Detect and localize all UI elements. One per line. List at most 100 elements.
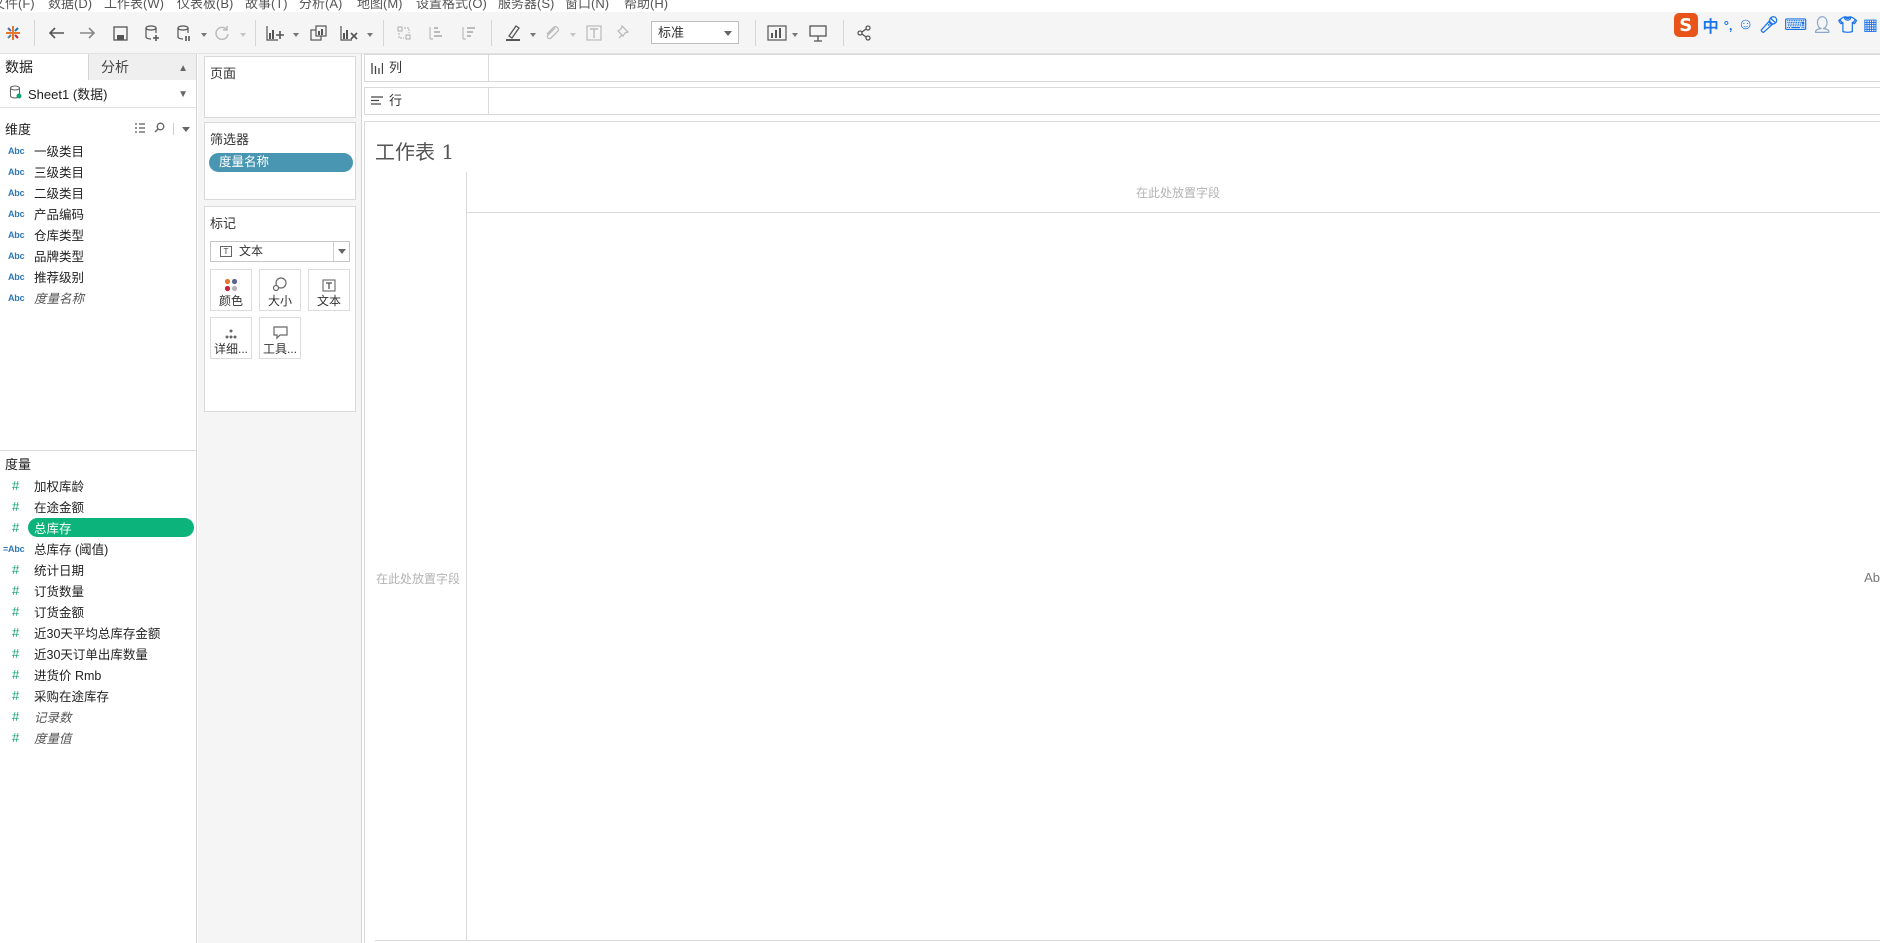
ime-language-toggle[interactable]: 中: [1703, 13, 1719, 37]
worksheet-title[interactable]: 工作表 1: [375, 136, 454, 165]
tooltip-button[interactable]: 工具...: [259, 317, 301, 359]
dimension-field-label: 产品编码: [34, 208, 85, 222]
size-button[interactable]: 大小: [259, 269, 301, 311]
duplicate-sheet-icon[interactable]: [307, 22, 329, 44]
pause-datasource-dropdown-icon[interactable]: [201, 33, 207, 37]
measure-field[interactable]: # 订货数量: [0, 580, 196, 601]
measure-field[interactable]: # 订货金额: [0, 601, 196, 622]
measure-field[interactable]: # 进货价 Rmb: [0, 664, 196, 685]
measure-field[interactable]: =Abc 总库存 (阈值): [0, 538, 196, 559]
undo-icon[interactable]: [45, 22, 67, 44]
tab-analysis[interactable]: 分析 ▲ ▼: [88, 54, 196, 100]
dimension-field[interactable]: Abc 二级类目: [0, 182, 196, 203]
skin-icon[interactable]: 👕︎: [1838, 15, 1858, 35]
dimension-field[interactable]: Abc 仓库类型: [0, 224, 196, 245]
dimension-field[interactable]: Abc 品牌类型: [0, 245, 196, 266]
measure-field[interactable]: # 统计日期: [0, 559, 196, 580]
measure-field-label: 记录数: [34, 711, 72, 725]
measure-field-selected[interactable]: # 总库存: [0, 517, 196, 538]
ime-logo-icon[interactable]: S: [1673, 13, 1698, 37]
string-type-icon: Abc: [8, 187, 25, 198]
filter-pill[interactable]: 度量名称: [209, 153, 353, 172]
presentation-mode-icon[interactable]: [807, 22, 829, 44]
color-icon: [224, 278, 238, 292]
measure-field[interactable]: # 度量值: [0, 727, 196, 748]
new-worksheet-dropdown-icon[interactable]: [293, 33, 299, 37]
new-worksheet-icon[interactable]: [264, 22, 286, 44]
pause-datasource-icon[interactable]: [173, 22, 195, 44]
swap-rows-columns-icon[interactable]: [393, 22, 415, 44]
pin-axes-icon[interactable]: [613, 22, 635, 44]
refresh-icon[interactable]: [211, 22, 233, 44]
show-mark-labels-icon[interactable]: [583, 22, 605, 44]
dimension-field[interactable]: Abc 推荐级别: [0, 266, 196, 287]
dimension-field[interactable]: Abc 产品编码: [0, 203, 196, 224]
microphone-icon[interactable]: 🎤︎: [1759, 15, 1779, 35]
filters-card[interactable]: 筛选器 度量名称: [204, 122, 356, 200]
column-drop-zone[interactable]: 在此处放置字段: [1136, 184, 1220, 201]
show-me-dropdown-icon[interactable]: [792, 33, 798, 37]
refresh-dropdown-icon[interactable]: [240, 33, 246, 37]
menu-dashboard[interactable]: 仪表板(B): [177, 0, 233, 12]
measure-field-label: 总库存 (阈值): [34, 543, 109, 557]
menu-worksheet[interactable]: 工作表(W): [104, 0, 164, 12]
color-button[interactable]: 颜色: [210, 269, 252, 311]
highlight-dropdown-icon[interactable]: [530, 33, 536, 37]
menu-help[interactable]: 帮助(H): [624, 0, 668, 12]
worksheet-canvas[interactable]: 工作表 1 在此处放置字段 在此处放置字段 Ab: [364, 121, 1880, 943]
chevron-down-icon[interactable]: [182, 121, 190, 136]
measure-field[interactable]: # 在途金额: [0, 496, 196, 517]
clear-sheet-dropdown-icon[interactable]: [367, 33, 373, 37]
dimension-field[interactable]: Abc 一级类目: [0, 140, 196, 161]
fit-select[interactable]: 标准: [651, 21, 739, 44]
row-drop-zone[interactable]: 在此处放置字段: [376, 570, 460, 587]
measure-field[interactable]: # 记录数: [0, 706, 196, 727]
clear-sheet-icon[interactable]: [338, 22, 360, 44]
show-me-icon[interactable]: [766, 22, 788, 44]
menu-window[interactable]: 窗口(N): [565, 0, 609, 12]
menu-data[interactable]: 数据(D): [48, 0, 92, 12]
menu-server[interactable]: 服务器(S): [498, 0, 554, 12]
tab-data[interactable]: 数据: [0, 54, 88, 80]
rows-shelf[interactable]: 行: [364, 87, 1880, 115]
dimension-field-label: 一级类目: [34, 145, 85, 159]
new-datasource-icon[interactable]: [141, 22, 163, 44]
mark-type-select[interactable]: T 文本: [210, 241, 350, 262]
sort-ascending-icon[interactable]: [425, 22, 447, 44]
user-icon[interactable]: 👤︎: [1812, 15, 1832, 35]
chevron-down-icon[interactable]: [333, 242, 349, 261]
tableau-logo-icon[interactable]: [2, 22, 24, 44]
redo-icon[interactable]: [77, 22, 99, 44]
datasource-item[interactable]: Sheet1 (数据): [0, 80, 196, 108]
highlight-icon[interactable]: [502, 22, 524, 44]
keyboard-icon[interactable]: ⌨: [1784, 15, 1807, 35]
measure-field[interactable]: # 近30天平均总库存金额: [0, 622, 196, 643]
pages-card[interactable]: 页面: [204, 56, 356, 118]
collapse-chevron-icon[interactable]: ▲ ▼: [178, 56, 188, 108]
measures-header: 度量: [0, 451, 196, 475]
grid-menu-icon[interactable]: ▦: [1863, 15, 1878, 35]
dimension-field[interactable]: Abc 三级类目: [0, 161, 196, 182]
measure-field[interactable]: # 采购在途库存: [0, 685, 196, 706]
save-icon[interactable]: [109, 22, 131, 44]
dimension-field-measure-names[interactable]: Abc 度量名称: [0, 287, 196, 308]
toolbar: 标准: [0, 12, 1880, 54]
view-as-list-icon[interactable]: [134, 121, 146, 136]
menu-format[interactable]: 设置格式(O): [416, 0, 487, 12]
menu-map[interactable]: 地图(M): [357, 0, 403, 12]
group-members-icon[interactable]: [541, 22, 563, 44]
menu-file[interactable]: 文件(F): [0, 0, 35, 12]
ime-punctuation-toggle[interactable]: °,: [1724, 18, 1733, 33]
detail-button[interactable]: 详细...: [210, 317, 252, 359]
group-dropdown-icon[interactable]: [570, 33, 576, 37]
sort-descending-icon[interactable]: [458, 22, 480, 44]
menu-analysis[interactable]: 分析(A): [299, 0, 342, 12]
measure-field[interactable]: # 近30天订单出库数量: [0, 643, 196, 664]
emoji-icon[interactable]: ☺: [1738, 16, 1754, 34]
share-icon[interactable]: [853, 22, 875, 44]
search-icon[interactable]: [154, 121, 165, 136]
menu-story[interactable]: 故事(T): [245, 0, 288, 12]
text-button[interactable]: 文本: [308, 269, 350, 311]
columns-shelf[interactable]: 列: [364, 54, 1880, 82]
measure-field[interactable]: # 加权库龄: [0, 475, 196, 496]
